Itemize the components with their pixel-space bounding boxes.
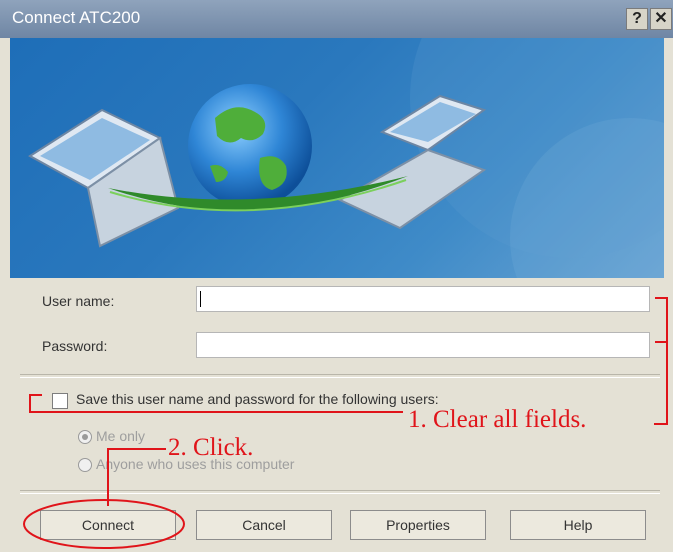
globe-laptops-icon [28,38,664,278]
close-button[interactable]: ✕ [650,8,672,30]
separator-top [20,374,660,378]
password-field[interactable] [196,332,650,358]
radio-me-only[interactable] [78,430,92,444]
title-bar: Connect ATC200 ? ✕ [0,0,673,38]
radio-anyone[interactable] [78,458,92,472]
help-title-button[interactable]: ? [626,8,648,30]
network-banner-image [10,38,664,278]
separator-bottom [20,490,660,494]
connect-dialog: Connect ATC200 ? ✕ User name: Password: … [0,0,673,552]
radio-me-only-label: Me only [96,428,146,444]
save-password-checkbox[interactable] [52,393,68,409]
step1-annotation: 1. Clear all fields. [408,406,587,433]
text-caret [200,291,201,307]
window-title: Connect ATC200 [12,8,141,27]
cancel-button[interactable]: Cancel [196,510,332,540]
step2-annotation: 2. Click. [168,434,254,461]
save-password-label[interactable]: Save this user name and password for the… [76,391,439,407]
properties-button[interactable]: Properties [350,510,486,540]
connect-button[interactable]: Connect [40,510,176,540]
username-label: User name: [42,293,115,309]
help-button[interactable]: Help [510,510,646,540]
username-field[interactable] [196,286,650,312]
password-label: Password: [42,338,108,354]
